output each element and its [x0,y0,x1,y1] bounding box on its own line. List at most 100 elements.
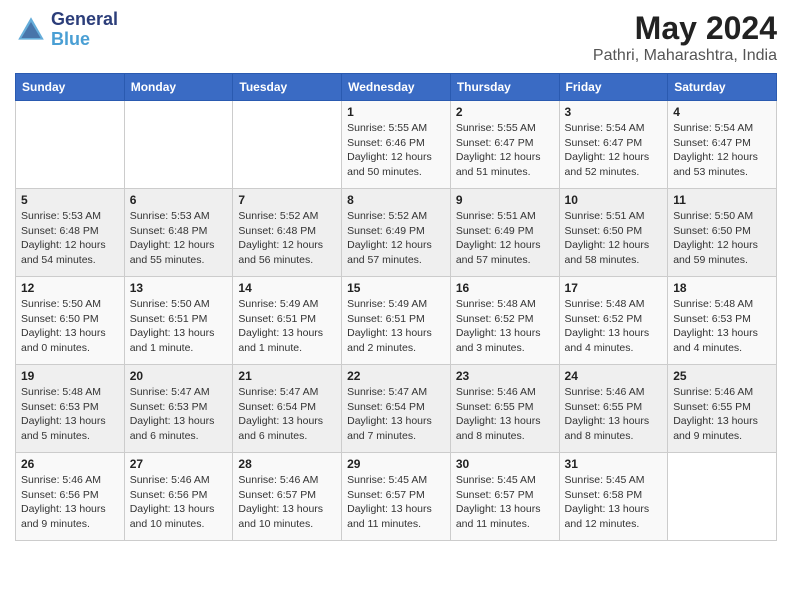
day-number: 13 [130,281,228,295]
title-block: May 2024 Pathri, Maharashtra, India [593,10,777,65]
day-number: 28 [238,457,336,471]
day-number: 4 [673,105,771,119]
week-row-5: 26 Sunrise: 5:46 AMSunset: 6:56 PMDayligh… [16,453,777,541]
weekday-header-row: SundayMondayTuesdayWednesdayThursdayFrid… [16,74,777,101]
calendar-cell [16,101,125,189]
calendar-cell: 31 Sunrise: 5:45 AMSunset: 6:58 PMDayligh… [559,453,668,541]
calendar-cell: 1 Sunrise: 5:55 AMSunset: 6:46 PMDaylight… [342,101,451,189]
day-info: Sunrise: 5:47 AMSunset: 6:53 PMDaylight:… [130,385,228,444]
calendar-body: 1 Sunrise: 5:55 AMSunset: 6:46 PMDaylight… [16,101,777,541]
calendar-cell: 6 Sunrise: 5:53 AMSunset: 6:48 PMDaylight… [124,189,233,277]
weekday-header-friday: Friday [559,74,668,101]
day-number: 15 [347,281,445,295]
day-info: Sunrise: 5:48 AMSunset: 6:52 PMDaylight:… [456,297,554,356]
day-info: Sunrise: 5:55 AMSunset: 6:46 PMDaylight:… [347,121,445,180]
calendar-cell: 26 Sunrise: 5:46 AMSunset: 6:56 PMDayligh… [16,453,125,541]
calendar-cell: 23 Sunrise: 5:46 AMSunset: 6:55 PMDayligh… [450,365,559,453]
day-number: 19 [21,369,119,383]
day-info: Sunrise: 5:52 AMSunset: 6:48 PMDaylight:… [238,209,336,268]
weekday-header-thursday: Thursday [450,74,559,101]
calendar-cell: 3Sunrise: 5:54 AMSunset: 6:47 PMDaylight… [559,101,668,189]
day-number: 21 [238,369,336,383]
week-row-4: 19Sunrise: 5:48 AMSunset: 6:53 PMDayligh… [16,365,777,453]
day-info: Sunrise: 5:46 AMSunset: 6:55 PMDaylight:… [673,385,771,444]
weekday-header-monday: Monday [124,74,233,101]
day-info: Sunrise: 5:49 AMSunset: 6:51 PMDaylight:… [238,297,336,356]
calendar-cell: 13 Sunrise: 5:50 AMSunset: 6:51 PMDayligh… [124,277,233,365]
day-info: Sunrise: 5:51 AMSunset: 6:49 PMDaylight:… [456,209,554,268]
day-info: Sunrise: 5:52 AMSunset: 6:49 PMDaylight:… [347,209,445,268]
day-number: 23 [456,369,554,383]
calendar-cell [233,101,342,189]
day-number: 11 [673,193,771,207]
calendar-cell: 24 Sunrise: 5:46 AMSunset: 6:55 PMDayligh… [559,365,668,453]
calendar-cell: 25 Sunrise: 5:46 AMSunset: 6:55 PMDayligh… [668,365,777,453]
weekday-header-wednesday: Wednesday [342,74,451,101]
subtitle: Pathri, Maharashtra, India [593,47,777,65]
day-info: Sunrise: 5:46 AMSunset: 6:56 PMDaylight:… [21,473,119,532]
calendar-cell: 8 Sunrise: 5:52 AMSunset: 6:49 PMDaylight… [342,189,451,277]
day-number: 1 [347,105,445,119]
logo: General Blue [15,10,118,50]
week-row-1: 1 Sunrise: 5:55 AMSunset: 6:46 PMDaylight… [16,101,777,189]
calendar-cell: 15Sunrise: 5:49 AMSunset: 6:51 PMDayligh… [342,277,451,365]
day-number: 7 [238,193,336,207]
day-number: 5 [21,193,119,207]
calendar-cell: 16Sunrise: 5:48 AMSunset: 6:52 PMDayligh… [450,277,559,365]
day-number: 6 [130,193,228,207]
day-info: Sunrise: 5:51 AMSunset: 6:50 PMDaylight:… [565,209,663,268]
day-info: Sunrise: 5:54 AMSunset: 6:47 PMDaylight:… [565,121,663,180]
calendar-cell: 14 Sunrise: 5:49 AMSunset: 6:51 PMDayligh… [233,277,342,365]
day-info: Sunrise: 5:53 AMSunset: 6:48 PMDaylight:… [21,209,119,268]
weekday-header-sunday: Sunday [16,74,125,101]
day-number: 26 [21,457,119,471]
day-info: Sunrise: 5:46 AMSunset: 6:56 PMDaylight:… [130,473,228,532]
day-number: 17 [565,281,663,295]
day-number: 14 [238,281,336,295]
calendar-cell [124,101,233,189]
day-info: Sunrise: 5:50 AMSunset: 6:50 PMDaylight:… [21,297,119,356]
calendar-cell: 27Sunrise: 5:46 AMSunset: 6:56 PMDayligh… [124,453,233,541]
day-info: Sunrise: 5:48 AMSunset: 6:53 PMDaylight:… [673,297,771,356]
calendar-cell: 4 Sunrise: 5:54 AMSunset: 6:47 PMDaylight… [668,101,777,189]
day-number: 2 [456,105,554,119]
day-number: 24 [565,369,663,383]
day-info: Sunrise: 5:45 AMSunset: 6:58 PMDaylight:… [565,473,663,532]
weekday-header-tuesday: Tuesday [233,74,342,101]
day-info: Sunrise: 5:46 AMSunset: 6:57 PMDaylight:… [238,473,336,532]
calendar-header: SundayMondayTuesdayWednesdayThursdayFrid… [16,74,777,101]
calendar-cell [668,453,777,541]
day-info: Sunrise: 5:53 AMSunset: 6:48 PMDaylight:… [130,209,228,268]
day-info: Sunrise: 5:48 AMSunset: 6:52 PMDaylight:… [565,297,663,356]
day-info: Sunrise: 5:46 AMSunset: 6:55 PMDaylight:… [565,385,663,444]
day-info: Sunrise: 5:55 AMSunset: 6:47 PMDaylight:… [456,121,554,180]
day-info: Sunrise: 5:50 AMSunset: 6:51 PMDaylight:… [130,297,228,356]
calendar-cell: 20Sunrise: 5:47 AMSunset: 6:53 PMDayligh… [124,365,233,453]
weekday-header-saturday: Saturday [668,74,777,101]
day-number: 9 [456,193,554,207]
calendar-cell: 30Sunrise: 5:45 AMSunset: 6:57 PMDayligh… [450,453,559,541]
day-info: Sunrise: 5:47 AMSunset: 6:54 PMDaylight:… [347,385,445,444]
day-info: Sunrise: 5:45 AMSunset: 6:57 PMDaylight:… [456,473,554,532]
calendar-cell: 18Sunrise: 5:48 AMSunset: 6:53 PMDayligh… [668,277,777,365]
calendar-cell: 5 Sunrise: 5:53 AMSunset: 6:48 PMDaylight… [16,189,125,277]
week-row-2: 5 Sunrise: 5:53 AMSunset: 6:48 PMDaylight… [16,189,777,277]
calendar-cell: 9 Sunrise: 5:51 AMSunset: 6:49 PMDaylight… [450,189,559,277]
day-info: Sunrise: 5:50 AMSunset: 6:50 PMDaylight:… [673,209,771,268]
day-info: Sunrise: 5:46 AMSunset: 6:55 PMDaylight:… [456,385,554,444]
day-number: 25 [673,369,771,383]
day-number: 8 [347,193,445,207]
calendar-cell: 10Sunrise: 5:51 AMSunset: 6:50 PMDayligh… [559,189,668,277]
day-info: Sunrise: 5:54 AMSunset: 6:47 PMDaylight:… [673,121,771,180]
day-number: 29 [347,457,445,471]
calendar-cell: 28 Sunrise: 5:46 AMSunset: 6:57 PMDayligh… [233,453,342,541]
calendar-table: SundayMondayTuesdayWednesdayThursdayFrid… [15,73,777,541]
calendar-cell: 12Sunrise: 5:50 AMSunset: 6:50 PMDayligh… [16,277,125,365]
calendar-cell: 7 Sunrise: 5:52 AMSunset: 6:48 PMDaylight… [233,189,342,277]
page-header: General Blue May 2024 Pathri, Maharashtr… [15,10,777,65]
calendar-cell: 29Sunrise: 5:45 AMSunset: 6:57 PMDayligh… [342,453,451,541]
day-number: 31 [565,457,663,471]
calendar-cell: 22Sunrise: 5:47 AMSunset: 6:54 PMDayligh… [342,365,451,453]
calendar-cell: 2 Sunrise: 5:55 AMSunset: 6:47 PMDaylight… [450,101,559,189]
calendar-cell: 11 Sunrise: 5:50 AMSunset: 6:50 PMDayligh… [668,189,777,277]
